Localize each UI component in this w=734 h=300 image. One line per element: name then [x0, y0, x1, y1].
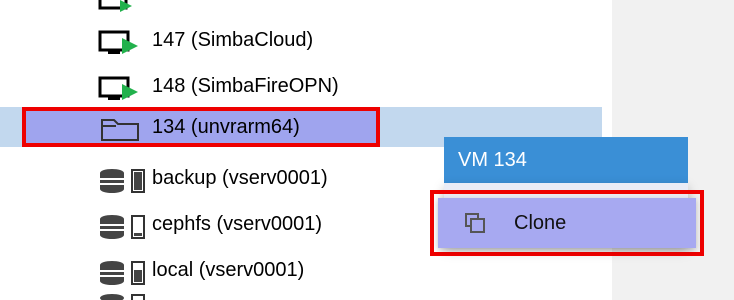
- tree-item-label: 134 (unvrarm64): [152, 116, 300, 138]
- clone-icon: [465, 213, 485, 233]
- storage-icon: [100, 294, 145, 300]
- tree-item-label: local (vserv0001): [152, 259, 305, 281]
- tree-item-label: backup (vserv0001): [152, 167, 328, 189]
- tree-item-vm-147[interactable]: 147 (SimbaCloud): [0, 20, 602, 60]
- tree-item-vm-148[interactable]: 148 (SimbaFireOPN): [0, 66, 602, 106]
- template-icon: [101, 119, 139, 141]
- tree-item-label: 147 (SimbaCloud): [152, 29, 314, 51]
- clone-menu-item-bg[interactable]: Clone: [438, 198, 696, 248]
- clone-menu-item-label: Clone: [514, 212, 567, 234]
- vm-running-icon: [98, 30, 138, 54]
- vm-running-icon: [98, 0, 132, 12]
- tree-item-storage-local[interactable]: local (vserv0001): [0, 250, 602, 290]
- storage-icon: [100, 215, 145, 239]
- storage-icon: [100, 169, 145, 193]
- clone-menu-item[interactable]: Clone: [430, 190, 704, 256]
- context-menu-title: VM 134: [444, 137, 688, 183]
- tree-item-label: 148 (SimbaFireOPN): [152, 75, 339, 97]
- storage-icon: [100, 261, 145, 285]
- tree-item-label: cephfs (vserv0001): [152, 213, 323, 235]
- vm-running-icon: [98, 76, 138, 100]
